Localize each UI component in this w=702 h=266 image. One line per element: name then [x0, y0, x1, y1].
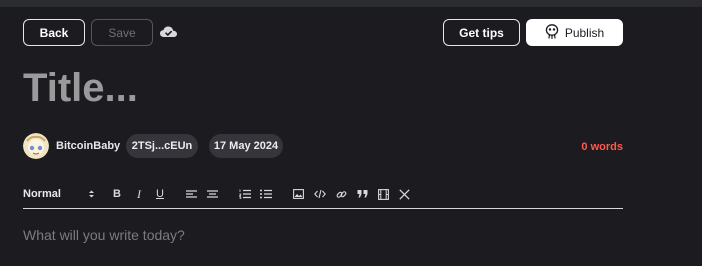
align-center-button[interactable]	[205, 185, 219, 203]
select-arrows-icon	[88, 189, 95, 199]
block-format-select[interactable]: Normal	[23, 185, 95, 203]
toolbar-divider	[23, 208, 623, 209]
quote-icon	[357, 189, 368, 199]
underline-button[interactable]: U	[152, 185, 168, 203]
address-chip[interactable]: 2TSj...cEUn	[126, 134, 198, 158]
get-tips-button[interactable]: Get tips	[443, 19, 520, 46]
align-left-button[interactable]	[184, 185, 198, 203]
date-chip: 17 May 2024	[209, 134, 283, 158]
bold-button[interactable]: B	[109, 185, 125, 203]
link-icon	[336, 189, 347, 200]
x-logo-icon	[398, 188, 410, 200]
video-icon	[377, 188, 389, 200]
cloud-icon	[159, 24, 178, 40]
video-button[interactable]	[376, 185, 390, 203]
meta-row: BitcoinBaby 2TSj...cEUn 17 May 2024 0 wo…	[23, 133, 623, 159]
bullet-list-button[interactable]	[259, 185, 273, 203]
x-embed-button[interactable]	[397, 185, 411, 203]
ordered-list-button[interactable]	[238, 185, 252, 203]
title-input[interactable]: Title...	[23, 64, 138, 112]
italic-button[interactable]: I	[131, 185, 147, 203]
save-button[interactable]: Save	[91, 19, 153, 46]
word-count: 0 words	[581, 141, 623, 153]
link-button[interactable]	[334, 185, 348, 203]
mascot-icon	[545, 23, 559, 42]
image-icon	[292, 189, 304, 199]
bullet-list-icon	[260, 189, 272, 199]
code-icon	[314, 189, 326, 199]
body-editor[interactable]: What will you write today?	[23, 227, 185, 243]
back-button[interactable]: Back	[23, 19, 85, 46]
image-button[interactable]	[291, 185, 305, 203]
avatar[interactable]	[23, 133, 49, 159]
formatting-toolbar: Normal B I U	[23, 185, 623, 203]
ordered-list-icon	[239, 189, 251, 199]
publish-label: Publish	[564, 25, 605, 40]
code-button[interactable]	[313, 185, 327, 203]
quote-button[interactable]	[355, 185, 369, 203]
align-left-icon	[185, 189, 197, 199]
align-center-icon	[206, 189, 218, 199]
top-strip	[0, 0, 702, 7]
author-name[interactable]: BitcoinBaby	[56, 140, 120, 152]
block-format-value: Normal	[23, 188, 61, 200]
publish-button[interactable]: Publish	[526, 19, 623, 46]
